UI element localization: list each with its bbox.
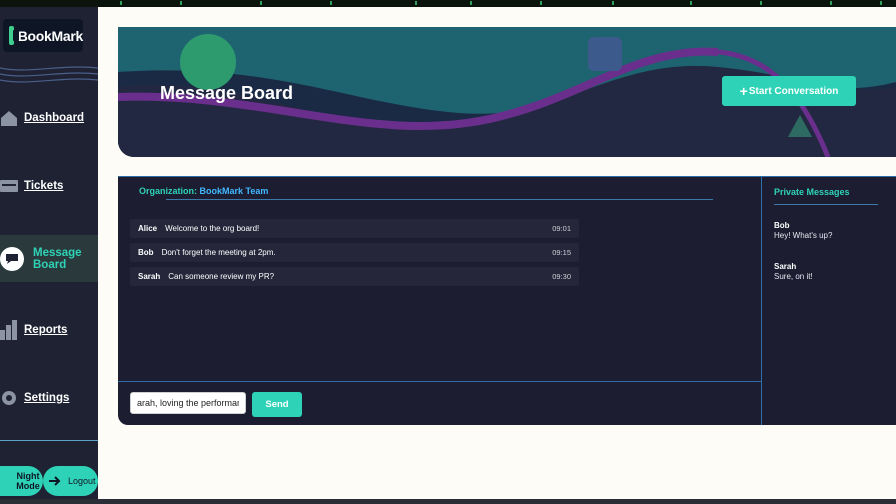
sidebar-item-tickets[interactable]: Tickets [0,163,98,209]
moon-icon [3,475,9,487]
sidebar-decoration [0,66,98,83]
sidebar-item-label: Settings [24,392,70,404]
app-logo[interactable]: BookMark [3,19,83,52]
ticket-icon [0,176,18,196]
page-title: Message Board [160,83,294,103]
org-divider [166,199,713,200]
message-input[interactable] [130,392,246,414]
private-message-item[interactable]: Sarah Sure, on it! [774,262,813,281]
sidebar-item-dashboard[interactable]: Dashboard [0,95,98,141]
org-message-area: Organization: BookMark Team Alice Welcom… [118,177,762,425]
bar-chart-icon [0,320,18,340]
sidebar-item-reports[interactable]: Reports [0,307,98,353]
logout-arrow-icon [49,476,61,486]
private-messages-divider [774,204,878,205]
plus-icon: + [739,83,748,99]
bookmark-logo-icon [9,26,19,45]
private-messages-title: Private Messages [774,187,850,197]
sidebar: BookMark Dashboard Tickets Message Board… [0,7,98,499]
sidebar-item-label: Tickets [24,180,64,192]
page-header: Message Board + Start Conversation [118,27,896,157]
sidebar-item-label: Dashboard [24,112,85,124]
private-message-sender: Bob [774,221,790,230]
message-time: 09:15 [552,248,571,257]
home-icon [0,108,18,128]
sidebar-divider [0,440,98,441]
app-name: BookMark [17,27,84,44]
send-button[interactable]: Send [252,392,302,417]
sidebar-item-label: Message Board [33,246,82,271]
message-time: 09:30 [552,272,571,281]
message-author: Bob [138,248,154,257]
message-author: Alice [138,224,158,233]
message-row: Alice Welcome to the org board! 09:01 [130,219,579,238]
private-message-preview: Hey! What's up? [774,231,833,240]
message-author: Sarah [138,272,161,281]
logout-label: Logout [68,476,96,486]
private-message-preview: Sure, on it! [774,272,813,281]
chat-icon [0,246,24,271]
message-text: Welcome to the org board! [165,224,260,233]
private-message-sender: Sarah [774,262,797,271]
message-text: Can someone review my PR? [168,272,275,281]
org-name[interactable]: BookMark Team [200,186,269,196]
sidebar-item-label: Reports [24,324,68,336]
message-time: 09:01 [552,224,571,233]
start-conversation-label: Start Conversation [748,85,839,97]
sidebar-item-settings[interactable]: Settings [0,375,98,421]
message-text: Don't forget the meeting at 2pm. [161,248,276,257]
gear-icon [0,388,18,408]
start-conversation-button[interactable]: + Start Conversation [722,76,856,106]
org-prefix: Organization: [139,186,197,196]
sidebar-item-message-board[interactable]: Message Board [0,235,98,282]
logout-button[interactable]: Logout [43,466,98,496]
night-mode-label: Night Mode [16,471,40,491]
night-mode-button[interactable]: Night Mode [0,466,43,496]
organization-label: Organization: BookMark Team [139,186,268,196]
message-row: Sarah Can someone review my PR? 09:30 [130,267,579,286]
compose-bar: Send [118,381,761,425]
message-board-panel: Organization: BookMark Team Alice Welcom… [118,176,896,425]
top-strip [0,0,896,7]
private-message-item[interactable]: Bob Hey! What's up? [774,221,832,240]
message-row: Bob Don't forget the meeting at 2pm. 09:… [130,243,579,262]
bottom-strip [0,499,896,504]
